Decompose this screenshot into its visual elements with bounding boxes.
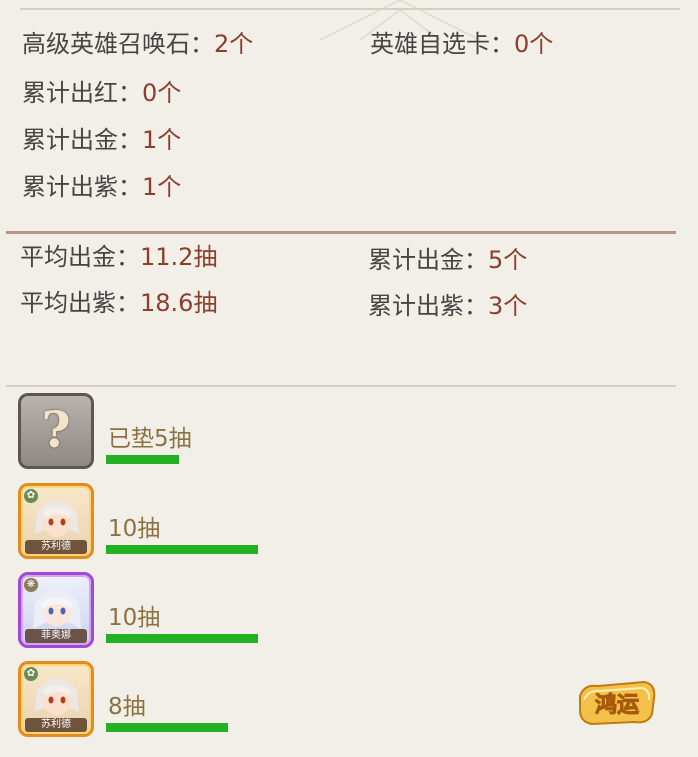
hero-stone-stat: 高级英雄召唤石：2个: [22, 32, 253, 56]
hero-portrait[interactable]: ✿ 苏利德: [18, 483, 94, 559]
total-gold-value: 5个: [488, 246, 528, 274]
gold-count-value: 1个: [142, 126, 182, 154]
hero-stone-label: 高级英雄召唤石：: [22, 30, 214, 58]
avg-gold-value: 11.2抽: [140, 243, 218, 271]
pulls-text: 10抽: [108, 605, 161, 631]
purple-count-label: 累计出紫：: [22, 173, 142, 201]
hero-portrait-icon: [35, 678, 79, 715]
gold-count-label: 累计出金：: [22, 126, 142, 154]
hero-portrait-icon: [33, 590, 81, 629]
luck-badge-icon[interactable]: 鸿运: [574, 678, 660, 728]
hero-portrait-icon: [35, 500, 79, 537]
pulls-text: 8抽: [108, 694, 146, 720]
total-purple-value: 3个: [488, 292, 528, 320]
total-gold-stat: 累计出金：5个: [368, 248, 527, 272]
gold-count-stat: 累计出金：1个: [22, 128, 181, 152]
progress-bar: [106, 455, 179, 464]
total-gold-label: 累计出金：: [368, 246, 488, 274]
total-purple-label: 累计出紫：: [368, 292, 488, 320]
avg-gold-label: 平均出金：: [20, 243, 140, 271]
select-card-stat: 英雄自选卡：0个: [370, 32, 553, 56]
select-card-label: 英雄自选卡：: [370, 30, 514, 58]
section-divider: [6, 231, 676, 234]
avg-purple-label: 平均出紫：: [20, 289, 140, 317]
red-count-value: 0个: [142, 79, 182, 107]
select-card-value: 0个: [514, 30, 554, 58]
progress-bar: [106, 723, 228, 732]
avg-purple-value: 18.6抽: [140, 289, 218, 317]
pulls-text: 10抽: [108, 516, 161, 542]
history-row-gold-2[interactable]: ✿ 苏利德 8抽: [18, 661, 318, 741]
unknown-hero-portrait: ?: [18, 393, 94, 469]
luck-badge-text: 鸿运: [595, 692, 639, 718]
avg-gold-stat: 平均出金：11.2抽: [20, 245, 217, 269]
question-mark-icon: ?: [41, 400, 71, 459]
hero-portrait[interactable]: ❋ 菲奥娜: [18, 572, 94, 648]
top-divider: [20, 8, 680, 10]
total-purple-stat: 累计出紫：3个: [368, 294, 527, 318]
red-count-stat: 累计出红：0个: [22, 81, 181, 105]
avg-purple-stat: 平均出紫：18.6抽: [20, 291, 217, 315]
red-count-label: 累计出红：: [22, 79, 142, 107]
hero-name-tag: 苏利德: [25, 718, 87, 732]
history-row-purple[interactable]: ❋ 菲奥娜 10抽: [18, 572, 318, 652]
progress-bar: [106, 545, 258, 554]
history-divider: [6, 385, 676, 387]
purple-count-value: 1个: [142, 173, 182, 201]
history-row-gold[interactable]: ✿ 苏利德 10抽: [18, 483, 318, 563]
history-row-pending[interactable]: ? 已垫5抽: [18, 393, 318, 473]
hero-name-tag: 苏利德: [25, 540, 87, 554]
pulls-text: 已垫5抽: [108, 426, 192, 452]
purple-count-stat: 累计出紫：1个: [22, 175, 181, 199]
progress-bar: [106, 634, 258, 643]
hero-stone-value: 2个: [214, 30, 254, 58]
hero-portrait[interactable]: ✿ 苏利德: [18, 661, 94, 737]
hero-name-tag: 菲奥娜: [25, 629, 87, 643]
